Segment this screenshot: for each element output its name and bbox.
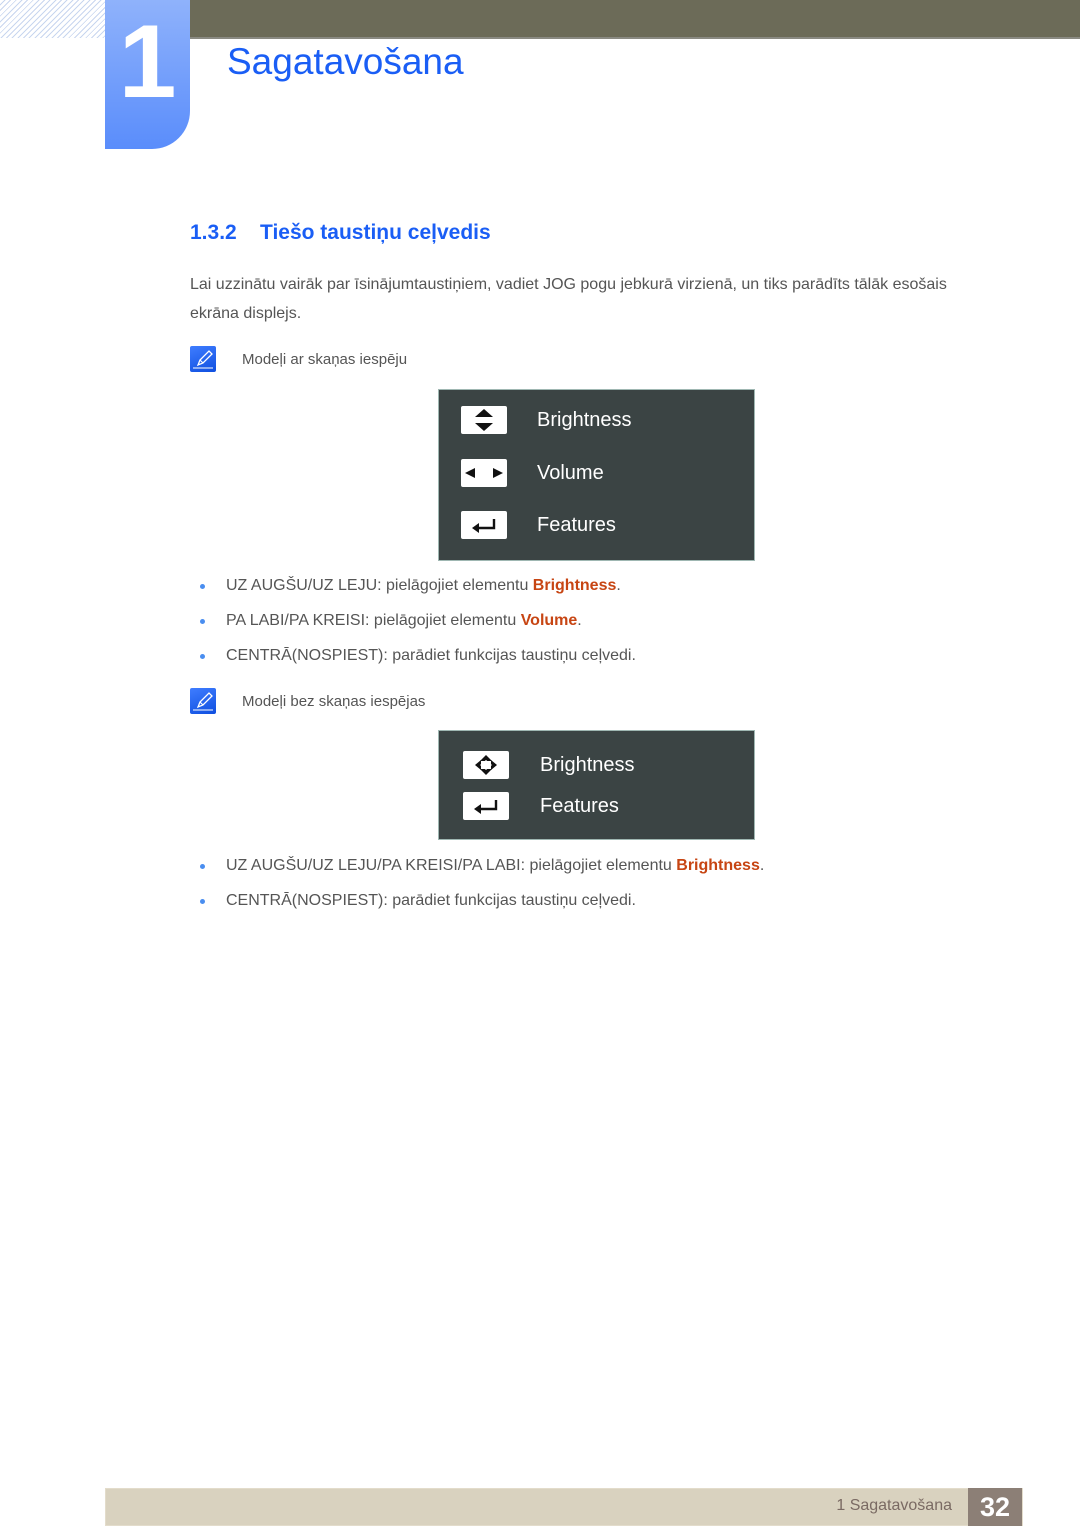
note-text: Modeļi ar skaņas iespēju	[242, 350, 408, 368]
enter-return-icon	[461, 511, 507, 539]
note-without-sound: Modeļi bez skaņas iespējas	[190, 688, 425, 714]
osd-guide-with-sound: Brightness Volume Features	[438, 389, 755, 561]
list-item: PA LABI/PA KREISI: pielāgojiet elementu …	[190, 603, 636, 638]
bullet-dot	[200, 864, 205, 869]
note-text: Modeļi bez skaņas iespējas	[242, 692, 426, 710]
bullet-list-without-sound: UZ AUGŠU/UZ LEJU/PA KREISI/PA LABI: piel…	[190, 848, 764, 918]
list-item: UZ AUGŠU/UZ LEJU/PA KREISI/PA LABI: piel…	[190, 848, 764, 883]
up-down-arrows-icon	[461, 406, 507, 434]
osd-label: Brightness	[537, 409, 632, 431]
bullet-dot	[200, 584, 205, 589]
list-item: UZ AUGŠU/UZ LEJU: pielāgojiet elementu B…	[190, 568, 636, 603]
chapter-title: Sagatavošana	[227, 41, 464, 82]
note-with-sound: Modeļi ar skaņas iespēju	[190, 346, 407, 372]
section-heading: 1.3.2 Tiešo taustiņu ceļvedis	[190, 219, 491, 247]
osd-item-features: Features	[439, 509, 754, 541]
four-way-arrows-icon	[463, 751, 509, 779]
osd-label: Brightness	[540, 754, 635, 776]
chapter-tab: 1	[105, 0, 190, 149]
osd-label: Volume	[537, 462, 604, 484]
osd-item-volume: Volume	[439, 457, 754, 489]
section-number: 1.3.2	[190, 221, 237, 244]
chapter-number: 1	[118, 4, 177, 120]
left-right-arrows-icon	[461, 459, 507, 487]
list-item: CENTRĀ(NOSPIEST): parādiet funkcijas tau…	[190, 638, 636, 673]
highlight-term: Volume	[520, 612, 578, 629]
osd-guide-without-sound: Brightness Features	[438, 730, 755, 840]
list-item: CENTRĀ(NOSPIEST): parādiet funkcijas tau…	[190, 883, 764, 918]
highlight-term: Brightness	[532, 577, 617, 594]
header-hatch-decoration	[0, 0, 105, 38]
osd-item-features: Features	[439, 790, 754, 822]
enter-return-icon	[463, 792, 509, 820]
header-bar	[190, 0, 1080, 39]
note-pencil-icon	[190, 688, 216, 714]
osd-item-brightness: Brightness	[439, 749, 754, 781]
osd-item-brightness: Brightness	[439, 404, 754, 436]
highlight-term: Brightness	[676, 857, 760, 874]
page-number: 32	[968, 1488, 1022, 1526]
osd-label: Features	[540, 795, 619, 817]
bullet-dot	[200, 899, 205, 904]
section-title: Tiešo taustiņu ceļvedis	[260, 221, 491, 244]
intro-paragraph: Lai uzzinātu vairāk par īsinājumtaustiņi…	[190, 276, 947, 322]
bullet-dot	[200, 654, 205, 659]
footer-chapter-label: 1 Sagatavošana	[836, 1497, 952, 1514]
bullet-dot	[200, 619, 205, 624]
note-pencil-icon	[190, 346, 216, 372]
bullet-list-with-sound: UZ AUGŠU/UZ LEJU: pielāgojiet elementu B…	[190, 568, 636, 673]
osd-label: Features	[537, 514, 616, 536]
